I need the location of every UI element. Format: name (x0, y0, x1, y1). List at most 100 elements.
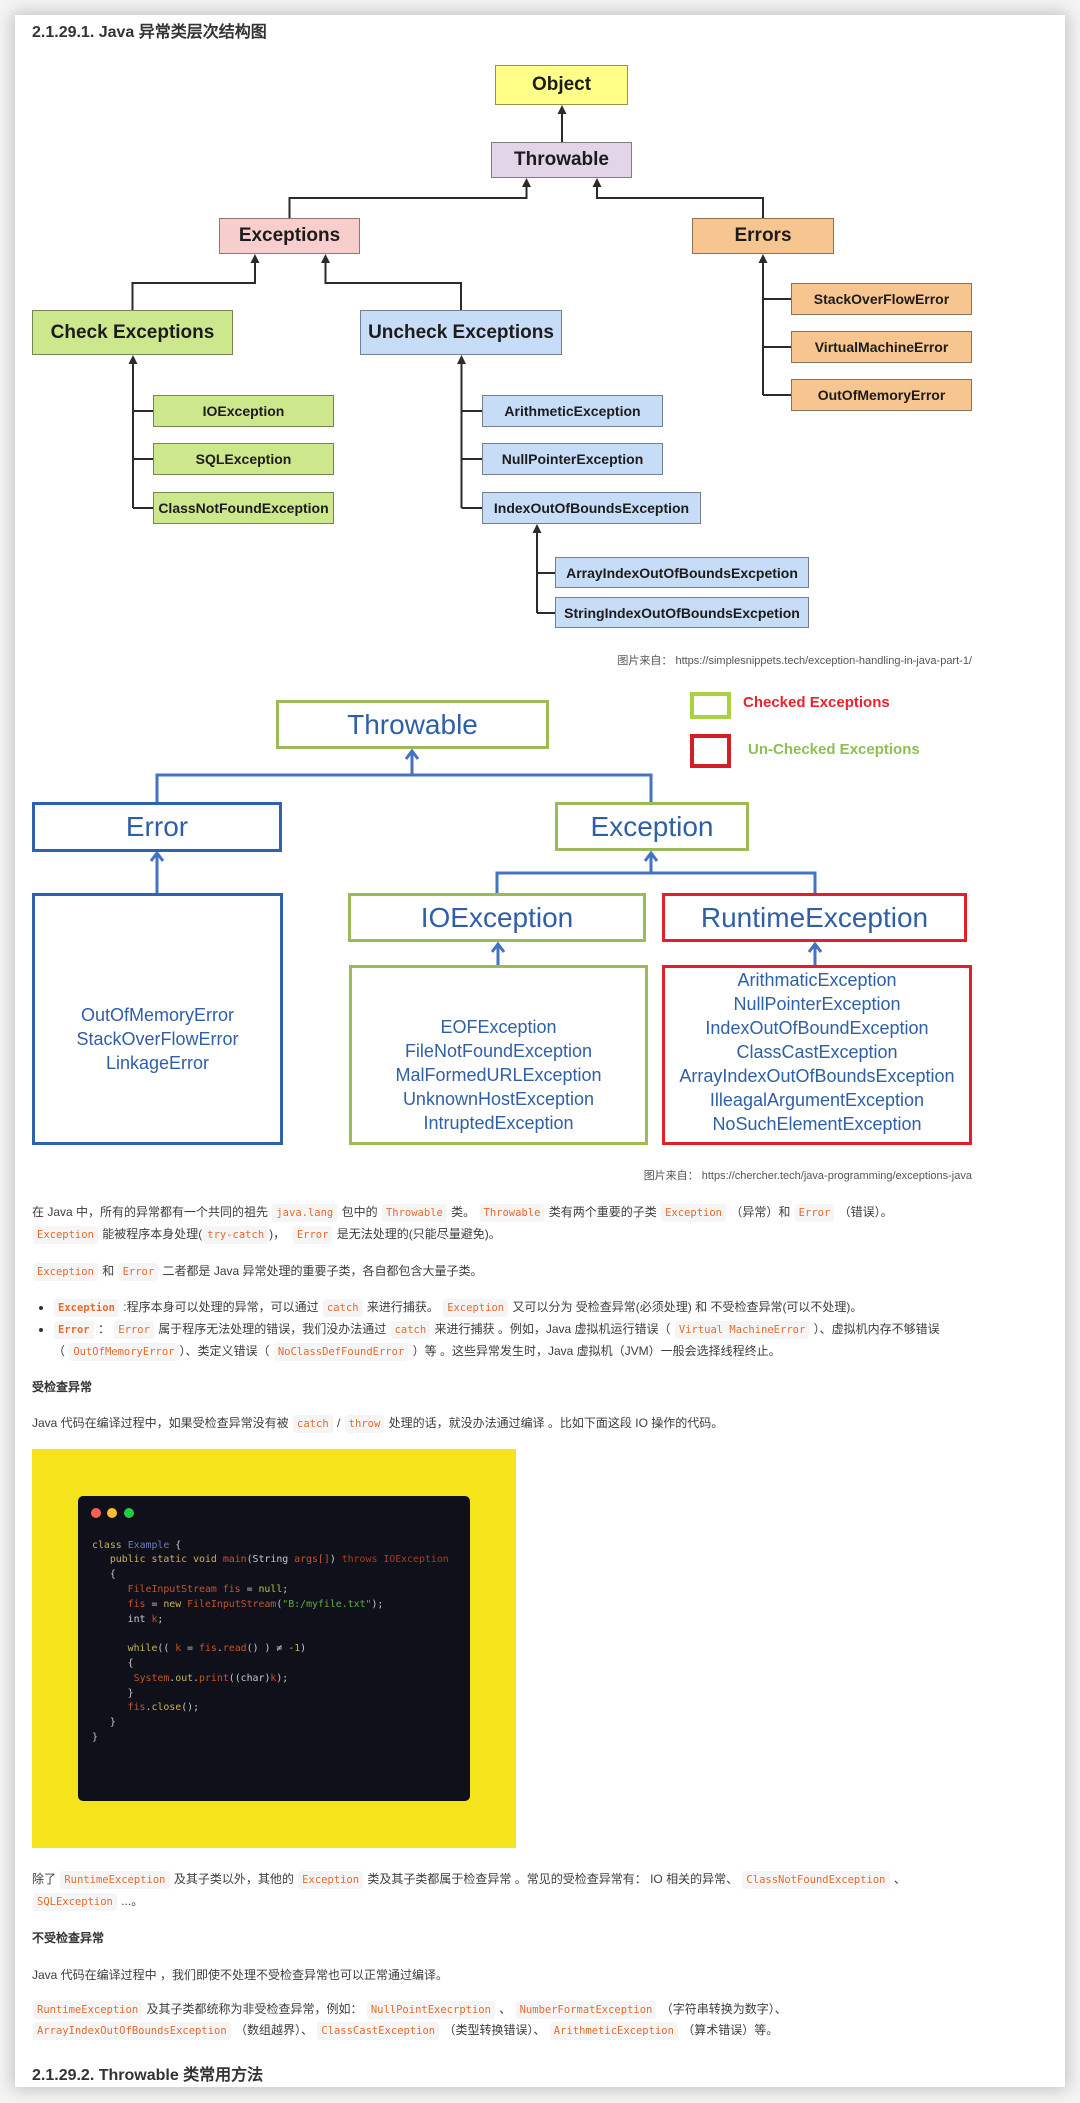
text-line: Exception 和 Error 二者都是 Java 异常处理的重要子类，各自… (32, 1261, 483, 1283)
text-run: 是无法处理的(只能尽量避免)。 (333, 1226, 501, 1241)
text-run: 除了 (32, 1872, 60, 1886)
code-token: throws IOException (341, 1554, 449, 1566)
text-run: 、 (890, 1872, 906, 1886)
code-token: ); (276, 1672, 289, 1684)
text-line: ArrayIndexOutOfBoundsException （数组越界）、 C… (32, 2020, 787, 2042)
code-token: ; (157, 1613, 164, 1625)
subclass-label: IntruptedException (423, 1113, 574, 1133)
code-token: -1 (288, 1643, 301, 1655)
window-close-dot-icon (91, 1508, 101, 1518)
text-run: / (333, 1415, 344, 1430)
text-run: 二者都是 Java 异常处理的重要子类，各自都包含大量子类。 (159, 1263, 483, 1278)
code-token: { (169, 1539, 182, 1551)
text-run: （数组越界）、 (231, 2023, 317, 2038)
subclass-label: MalFormedURLException (395, 1065, 602, 1085)
text-line: RuntimeException 及其子类都统称为非受检查异常，例如： Null… (32, 1999, 787, 2021)
code-token: (( (157, 1643, 176, 1655)
text-run: 类及其子类都属于检查异常 。常见的受检查异常有： IO 相关的异常、 (364, 1872, 742, 1886)
connector-throwable-branch (155, 773, 653, 802)
text-run: 来进行捕获 。例如，Java 虚拟机运行错误（ (431, 1321, 674, 1336)
bullet-item-exception: Exception :程序本身可以处理的异常，可以通过 catch 来进行捕获。… (32, 1297, 940, 1319)
text-line: Error ： Error 属于程序无法处理的错误，我们没办法通过 catch … (53, 1319, 940, 1341)
inline-code: RuntimeException (33, 2000, 143, 2019)
code-line: FileInputStream fis = null; (92, 1583, 449, 1598)
inline-code: ClassCastException (317, 2022, 440, 2041)
code-token: (); (181, 1702, 200, 1714)
paragraph: RuntimeException 及其子类都统称为非受检查异常，例如： Null… (32, 1999, 787, 2043)
code-token: ); (371, 1598, 384, 1610)
text-line: Java 代码在编译过程中 ，我们即使不处理不受检查异常也可以正常通过编译。 (32, 1965, 448, 1987)
code-line: } (92, 1731, 449, 1746)
inline-code: Error (794, 1204, 835, 1222)
code-token: (String (246, 1554, 295, 1566)
inline-code: Exception (298, 1871, 364, 1889)
code-token: ) (300, 1643, 307, 1655)
code-token: null (258, 1583, 283, 1595)
text-run: 、 (495, 2001, 515, 2016)
subclass-label: NullPointerException (733, 994, 901, 1014)
bullet-dot-icon (39, 1306, 43, 1310)
paragraph: Java 代码在编译过程中，如果受检查异常没有被 catch / throw 处… (32, 1413, 723, 1435)
bullet-text: Error ： Error 属于程序无法处理的错误，我们没办法通过 catch … (53, 1319, 940, 1363)
inline-code: Throwable (381, 1204, 447, 1222)
inline-code: java.lang (272, 1204, 338, 1222)
text-line: （ OutOfMemoryError ）、类定义错误（ NoClassDefFou… (53, 1341, 940, 1363)
code-token: args[] (294, 1554, 330, 1566)
section-heading: 2.1.29.2. Throwable 类常用方法 (32, 2067, 264, 2084)
code-line: fis = new FileInputStream("B:/myfile.txt… (92, 1598, 449, 1613)
bullet-dot-icon (39, 1327, 43, 1332)
paragraph: Exception 和 Error 二者都是 Java 异常处理的重要子类，各自… (32, 1261, 483, 1283)
text-line: Exception :程序本身可以处理的异常，可以通过 catch 来进行捕获。… (53, 1297, 940, 1319)
code-token: ; (282, 1583, 289, 1595)
inline-code: RuntimeException (60, 1871, 170, 1889)
text-run: ）、虚拟机内存不够错误 (810, 1321, 940, 1336)
code-line: fis.close(); (92, 1701, 449, 1716)
code-token: fis (127, 1702, 146, 1714)
code-token: { (92, 1569, 116, 1581)
code-token: class (92, 1539, 122, 1551)
text-run: 类。 (447, 1205, 479, 1219)
inline-code: Exception (661, 1204, 726, 1222)
text-run: :程序本身可以处理的异常，可以通过 (119, 1300, 322, 1314)
code-token: new (163, 1598, 182, 1610)
inline-code: catch (390, 1320, 431, 1339)
text-run: ： (94, 1321, 114, 1336)
inline-code: try-catch (203, 1225, 269, 1244)
code-token: FileInputStream (187, 1598, 277, 1610)
subheading-unchecked-exceptions: 不受检查异常 (32, 1931, 105, 1945)
code-token: print (199, 1672, 229, 1684)
paragraph: Java 代码在编译过程中 ，我们即使不处理不受检查异常也可以正常通过编译。 (32, 1965, 448, 1987)
code-token: fis (199, 1643, 217, 1655)
code-token: = (240, 1583, 259, 1595)
text-run: （异常）和 (727, 1205, 794, 1219)
node-exception: Exception (555, 802, 749, 851)
code-token: main (222, 1554, 247, 1566)
inline-code: Throwable (479, 1204, 545, 1222)
error-subclasses-box: OutOfMemoryError StackOverFlowError Linkag… (32, 893, 283, 1145)
inline-code: NullPointExecrption (366, 2000, 495, 2019)
subclass-label: ClassCastException (736, 1042, 898, 1062)
subclass-label: FileNotFoundException (404, 1041, 593, 1061)
text-run: 及其子类以外，其他的 (170, 1872, 298, 1886)
subclass-label: NoSuchElementException (712, 1114, 922, 1134)
code-token: () ) ≠ (246, 1643, 289, 1655)
code-token: FileInputStream fis (127, 1583, 241, 1595)
text-run: 和 (98, 1263, 118, 1278)
code-line: } (92, 1716, 449, 1731)
text-run: （类型转换错误）、 (440, 2023, 549, 2038)
subclass-label: EOFException (440, 1017, 557, 1037)
window-maximize-dot-icon (124, 1508, 134, 1518)
inline-code: throw (344, 1414, 385, 1433)
subclass-label: ArithmaticException (737, 970, 897, 990)
text-run: 包中的 (338, 1205, 381, 1219)
image-caption: 图片来自： https://chercher.tech/java-program… (643, 1170, 972, 1182)
text-line: SQLException ...。 (32, 1891, 906, 1913)
subclass-label: ArrayIndexOutOfBoundsException (679, 1066, 955, 1086)
